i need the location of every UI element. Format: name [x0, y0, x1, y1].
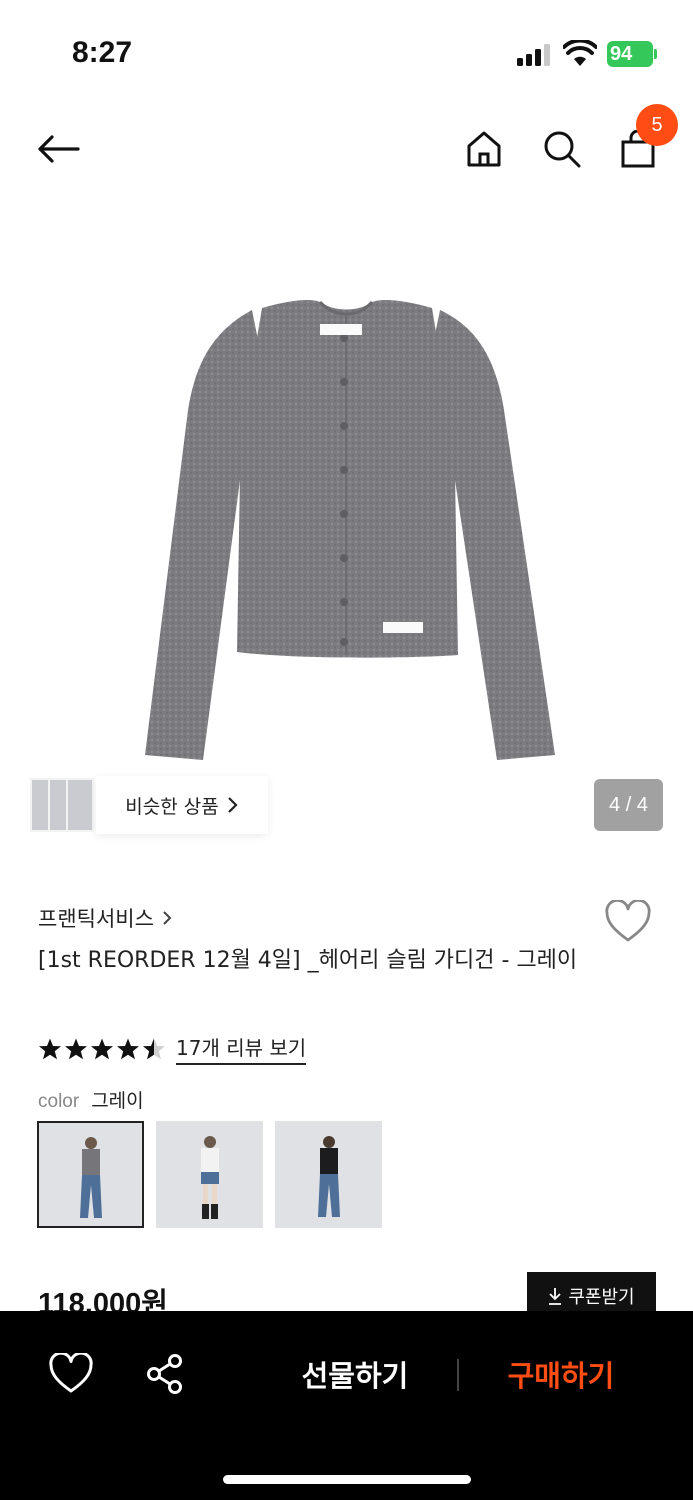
bottom-action-bar: 선물하기 구매하기	[0, 1311, 693, 1500]
star-filled-icon	[39, 1038, 61, 1059]
brand-name: 프랜틱서비스	[38, 907, 154, 931]
cart-count-badge: 5	[636, 104, 678, 146]
top-nav: 5	[0, 100, 693, 200]
color-value: 그레이	[91, 1090, 144, 1112]
share-icon	[147, 1354, 182, 1394]
product-title: [1st REORDER 12월 4일] _헤어리 슬림 가디건 - 그레이	[38, 948, 578, 973]
color-swatches	[37, 1121, 382, 1228]
home-indicator	[223, 1475, 471, 1484]
star-filled-icon	[91, 1038, 113, 1059]
color-label: color	[38, 1091, 80, 1112]
rating-row: 17개 리뷰 보기	[38, 1032, 307, 1065]
rating-stars	[38, 1037, 166, 1061]
wifi-icon	[563, 40, 597, 66]
bottom-divider	[457, 1359, 459, 1391]
brand-link[interactable]: 프랜틱서비스	[38, 903, 172, 933]
status-time: 8:27	[72, 36, 133, 69]
wishlist-button[interactable]	[604, 898, 656, 948]
color-swatch-gray[interactable]	[37, 1121, 144, 1228]
similar-thumbnails	[30, 776, 96, 834]
chevron-right-icon	[227, 797, 238, 813]
color-swatch-white[interactable]	[156, 1121, 263, 1228]
star-filled-icon	[65, 1038, 87, 1059]
home-button[interactable]	[460, 124, 508, 174]
star-filled-icon	[117, 1038, 139, 1059]
battery-level: 94	[607, 41, 653, 67]
search-button[interactable]	[538, 124, 586, 174]
home-icon	[467, 131, 501, 167]
download-icon	[549, 1288, 562, 1305]
color-option-row: color 그레이	[38, 1086, 144, 1113]
back-button[interactable]	[30, 124, 86, 174]
bottom-wishlist-button[interactable]	[48, 1351, 94, 1395]
search-icon	[544, 131, 581, 168]
share-button[interactable]	[144, 1353, 186, 1395]
cellular-signal-icon	[517, 44, 551, 66]
similar-products-label: 비슷한 상품	[125, 795, 219, 818]
battery-icon: 94	[607, 41, 657, 67]
status-bar: 8:27 94	[0, 0, 693, 100]
heart-outline-icon	[605, 898, 651, 942]
gift-button[interactable]: 선물하기	[290, 1351, 420, 1401]
product-image-cardigan[interactable]	[0, 210, 693, 850]
heart-outline-icon	[49, 1351, 93, 1393]
review-link[interactable]: 17개 리뷰 보기	[176, 1032, 307, 1065]
chevron-right-icon	[163, 911, 172, 925]
buy-button[interactable]: 구매하기	[494, 1351, 628, 1401]
arrow-left-icon	[38, 135, 80, 163]
image-counter: 4 / 4	[594, 779, 663, 831]
star-half-icon	[143, 1038, 165, 1059]
similar-products-button[interactable]: 비슷한 상품	[96, 776, 268, 834]
color-swatch-black[interactable]	[275, 1121, 382, 1228]
coupon-label: 쿠폰받기	[568, 1287, 635, 1308]
